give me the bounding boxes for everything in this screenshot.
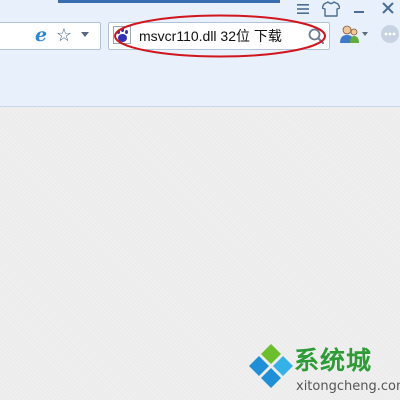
close-icon[interactable] [381,0,395,16]
browser-window: e ☆ msvcr110.dll 32位 下载 系统城 xitongcheng.… [0,0,400,400]
menu-icon[interactable] [296,2,310,16]
watermark-domain: xitongcheng.com [296,379,400,394]
minimize-icon[interactable] [353,1,365,15]
skin-icon[interactable] [322,1,340,17]
user-icon[interactable] [338,23,360,45]
watermark: 系统城 xitongcheng.com [246,342,400,400]
baidu-paw-icon[interactable] [113,26,131,44]
chevron-down-icon[interactable] [81,32,89,37]
xitongcheng-logo-icon [249,344,293,388]
chevron-down-icon[interactable] [362,32,368,36]
search-box[interactable] [108,22,330,50]
browser-toolbar: e ☆ [0,0,400,107]
star-icon[interactable]: ☆ [54,25,74,45]
search-input[interactable] [139,25,301,47]
tab-strip-edge [58,0,280,3]
ie-icon[interactable]: e [31,25,51,45]
search-icon[interactable] [307,27,325,45]
more-icon[interactable] [380,24,400,44]
address-bar[interactable]: e ☆ [0,22,101,50]
watermark-brand: 系统城 [294,346,373,375]
